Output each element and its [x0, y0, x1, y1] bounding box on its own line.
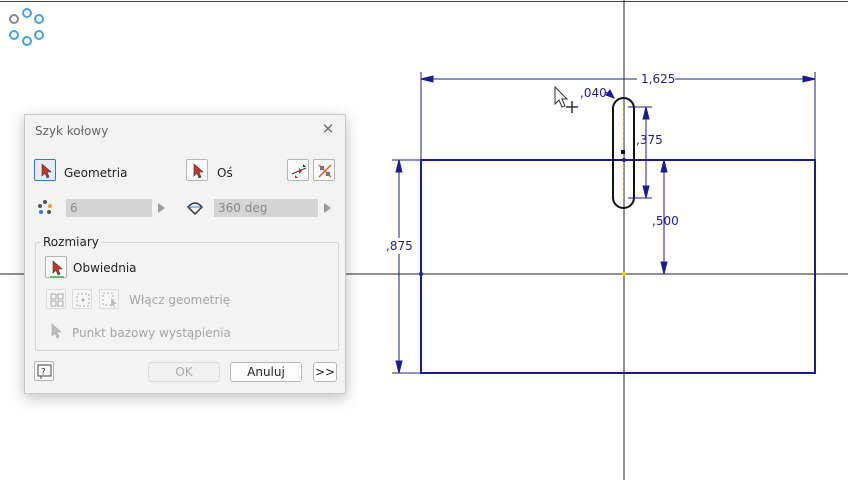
- enable-geometry-label: Włącz geometrię: [129, 293, 231, 307]
- flip-direction-button[interactable]: [287, 159, 309, 181]
- select-arrow-icon: [50, 260, 64, 278]
- sizes-group-title: Rozmiary: [41, 235, 101, 249]
- dim-slot-height-label: ,500: [652, 214, 679, 228]
- close-button[interactable]: ✕: [319, 120, 337, 138]
- base-point-button[interactable]: [46, 321, 66, 341]
- svg-text:?: ?: [41, 368, 46, 378]
- axis-label: Oś: [217, 166, 233, 180]
- cancel-button[interactable]: Anuluj: [230, 362, 302, 382]
- dim-height-label: ,875: [386, 239, 413, 253]
- dim-width-label: 1,625: [641, 72, 675, 86]
- origin-point: [622, 272, 626, 276]
- slot-top-endpoint: [621, 150, 625, 154]
- ok-button[interactable]: OK: [148, 362, 220, 382]
- associative-icon: [318, 164, 332, 178]
- geometry-label: Geometria: [64, 166, 128, 180]
- loading-spinner-icon: [9, 8, 44, 46]
- mouse-cursor-icon: [554, 85, 578, 113]
- select-grid-button[interactable]: [99, 289, 119, 309]
- more-options-button[interactable]: >>: [313, 362, 337, 382]
- sketch-rectangle[interactable]: [420, 159, 816, 374]
- dim-slot-offset-label: ,375: [636, 133, 663, 147]
- dot-grid-icon: [76, 293, 90, 307]
- dim-slot-width-label: ,040: [580, 86, 607, 100]
- envelope-label: Obwiednia: [73, 261, 137, 275]
- help-button[interactable]: ?: [34, 361, 54, 381]
- select-arrow-icon: [41, 163, 52, 179]
- angle-icon: [186, 202, 204, 216]
- flip-direction-icon: [291, 164, 307, 178]
- select-arrow-icon: [193, 163, 204, 179]
- select-grid-icon: [102, 292, 117, 308]
- count-icon: [38, 200, 52, 214]
- grid-pattern-icon: [50, 293, 64, 307]
- angle-arrow-icon[interactable]: [324, 203, 331, 213]
- envelope-select-button[interactable]: [45, 256, 67, 278]
- geometry-select-button[interactable]: [34, 159, 56, 181]
- associative-toggle-button[interactable]: [313, 159, 335, 181]
- count-input[interactable]: 6: [66, 199, 152, 217]
- base-point-label: Punkt bazowy wystąpienia: [72, 326, 231, 340]
- axis-select-button[interactable]: [186, 159, 208, 181]
- dim-slot-offset[interactable]: [628, 106, 652, 199]
- dim-width[interactable]: [420, 72, 816, 160]
- select-arrow-icon: [51, 323, 62, 339]
- grid-pattern-button[interactable]: [46, 289, 66, 309]
- angle-input[interactable]: 360 deg: [214, 199, 318, 217]
- dot-grid-button[interactable]: [72, 289, 92, 309]
- dialog-title: Szyk kołowy: [35, 124, 109, 138]
- dim-height[interactable]: [392, 159, 421, 374]
- dim-slot-width[interactable]: [605, 89, 616, 99]
- help-icon: ?: [37, 364, 52, 379]
- rect-left-midpoint: [419, 272, 423, 276]
- circular-pattern-dialog: Szyk kołowy ✕ Geometria Oś 6 360 deg Roz…: [24, 114, 346, 394]
- close-icon: ✕: [321, 120, 335, 138]
- count-arrow-icon[interactable]: [158, 203, 165, 213]
